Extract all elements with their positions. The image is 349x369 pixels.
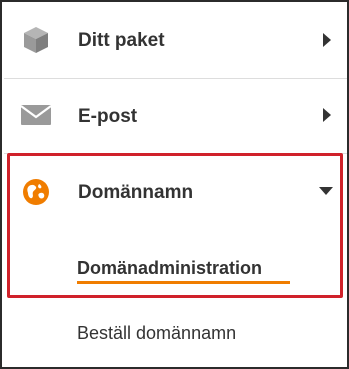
menu-item-e-post[interactable]: E-post [4, 79, 347, 153]
menu-item-ditt-paket[interactable]: Ditt paket [4, 4, 347, 78]
envelope-icon [20, 105, 52, 125]
highlight-box [7, 153, 343, 298]
chevron-right-icon [323, 33, 331, 47]
menu-item-label: E-post [78, 106, 138, 127]
chevron-right-icon [323, 108, 331, 122]
menu-item-label: Ditt paket [78, 30, 165, 51]
package-icon [24, 27, 48, 53]
submenu-item-bestall-domannamn[interactable]: Beställ domännamn [77, 323, 236, 344]
